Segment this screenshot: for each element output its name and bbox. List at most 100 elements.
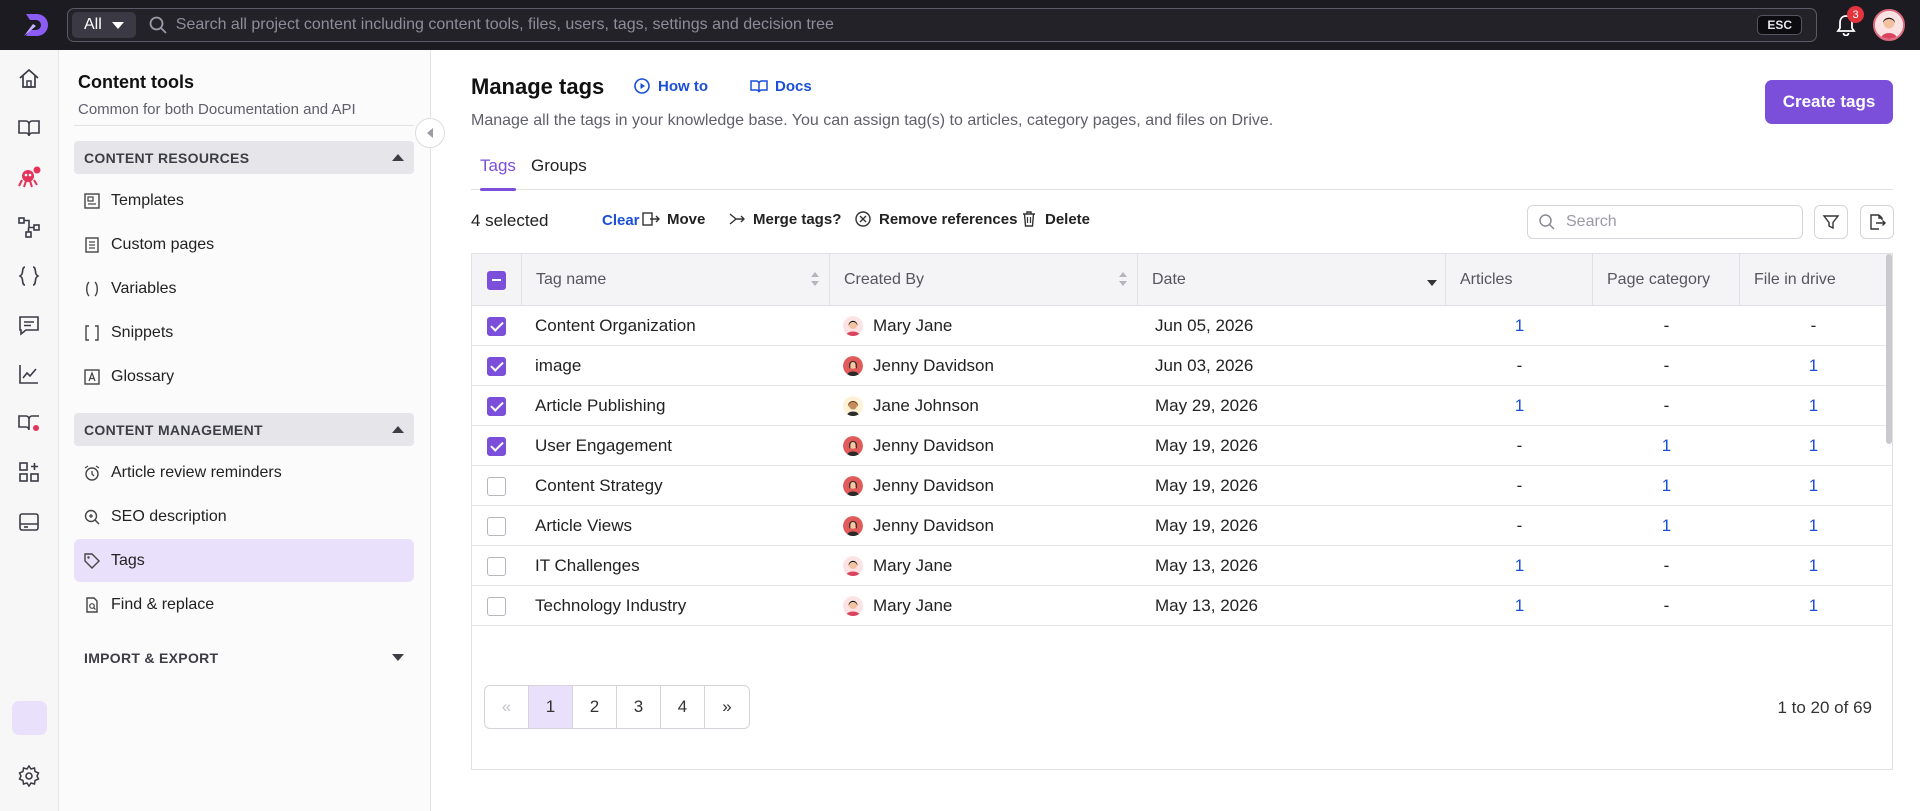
- nav-item-label: Variables: [111, 279, 177, 297]
- code-braces-icon[interactable]: [15, 262, 43, 290]
- table-row[interactable]: Article Views Jenny Davidson May 19, 2026 -…: [472, 506, 1892, 546]
- row-checkbox[interactable]: [487, 556, 506, 576]
- column-header-file-in-drive[interactable]: File in drive: [1740, 254, 1892, 306]
- search-scope-dropdown[interactable]: All: [72, 12, 136, 38]
- date-cell-wrap: May 19, 2026: [1155, 426, 1463, 466]
- table-row[interactable]: Article Publishing Jane Johnson May 29, 20…: [472, 386, 1892, 426]
- table-scrollbar[interactable]: [1886, 254, 1892, 444]
- remove-references-button[interactable]: Remove references: [854, 210, 1017, 228]
- column-header-page-category[interactable]: Page category: [1593, 254, 1740, 306]
- file-in-drive-count-cell[interactable]: 1: [1740, 466, 1887, 506]
- page-category-count-cell[interactable]: 1: [1593, 466, 1740, 506]
- articles-count-cell[interactable]: 1: [1446, 306, 1593, 346]
- table-row[interactable]: Content Organization Mary Jane Jun 05, 202…: [472, 306, 1892, 346]
- app-logo-icon[interactable]: [20, 10, 50, 40]
- nav-item-tags[interactable]: Tags: [74, 539, 414, 582]
- last-page-button[interactable]: »: [705, 686, 749, 728]
- column-header-tag-name[interactable]: Tag name: [522, 254, 830, 306]
- analytics-icon[interactable]: [15, 360, 43, 388]
- page-4-button[interactable]: 4: [661, 686, 705, 728]
- creator-avatar: [843, 396, 863, 416]
- page-2-button[interactable]: 2: [573, 686, 617, 728]
- nav-item-seo-description[interactable]: SEO description: [74, 495, 414, 538]
- section-content-management[interactable]: CONTENT MANAGEMENT: [74, 413, 414, 446]
- first-page-button[interactable]: «: [485, 686, 529, 728]
- file-in-drive-count-cell[interactable]: 1: [1740, 386, 1887, 426]
- page-category-count-cell: -: [1663, 556, 1670, 575]
- tag-name-cell[interactable]: IT Challenges: [535, 546, 640, 586]
- file-in-drive-count-cell[interactable]: 1: [1740, 426, 1887, 466]
- bot-icon[interactable]: [15, 164, 43, 192]
- page-category-count-cell[interactable]: 1: [1593, 426, 1740, 466]
- page-1-button[interactable]: 1: [529, 686, 573, 728]
- global-search[interactable]: All Search all project content including…: [67, 8, 1817, 42]
- global-search-input[interactable]: Search all project content including con…: [176, 16, 1758, 34]
- tag-name-cell[interactable]: Content Organization: [535, 306, 696, 346]
- settings-icon[interactable]: [15, 762, 43, 790]
- export-button[interactable]: [1860, 205, 1894, 239]
- tag-name-cell[interactable]: image: [535, 346, 581, 386]
- nav-item-custom-pages[interactable]: Custom pages: [74, 223, 414, 266]
- create-tags-button[interactable]: Create tags: [1765, 80, 1893, 124]
- move-button[interactable]: Move: [642, 210, 705, 228]
- page-3-button[interactable]: 3: [617, 686, 661, 728]
- tag-name-cell[interactable]: Content Strategy: [535, 466, 663, 506]
- clear-selection-link[interactable]: Clear: [602, 212, 640, 229]
- table-row[interactable]: User Engagement Jenny Davidson May 19, 202…: [472, 426, 1892, 466]
- nav-item-glossary[interactable]: Glossary: [74, 355, 414, 398]
- page-category-count-cell[interactable]: 1: [1593, 506, 1740, 546]
- collapse-panel-button[interactable]: [415, 118, 445, 148]
- section-content-resources[interactable]: CONTENT RESOURCES: [74, 141, 414, 174]
- apps-icon[interactable]: [15, 458, 43, 486]
- nav-item-find-replace[interactable]: Find & replace: [74, 583, 414, 626]
- tab-tags[interactable]: Tags: [480, 154, 516, 191]
- table-row[interactable]: Content Strategy Jenny Davidson May 19, 20…: [472, 466, 1892, 506]
- tag-name-cell[interactable]: Article Views: [535, 506, 632, 546]
- book-icon[interactable]: [15, 114, 43, 142]
- articles-count-cell[interactable]: 1: [1446, 586, 1593, 626]
- tag-name-cell[interactable]: Technology Industry: [535, 586, 686, 626]
- row-checkbox[interactable]: [487, 516, 506, 536]
- column-header-articles[interactable]: Articles: [1446, 254, 1593, 306]
- chat-icon[interactable]: [15, 311, 43, 339]
- row-checkbox[interactable]: [487, 356, 506, 376]
- row-checkbox[interactable]: [487, 476, 506, 496]
- nav-item-snippets[interactable]: Snippets: [74, 311, 414, 354]
- date-cell-wrap: May 13, 2026: [1155, 546, 1463, 586]
- home-icon[interactable]: [15, 65, 43, 93]
- merge-tags-button[interactable]: Merge tags?: [728, 210, 841, 228]
- file-in-drive-count-cell[interactable]: 1: [1740, 546, 1887, 586]
- nav-item-templates[interactable]: Templates: [74, 179, 414, 222]
- nav-item-article-review-reminders[interactable]: Article review reminders: [74, 451, 414, 494]
- row-checkbox[interactable]: [487, 436, 506, 456]
- file-in-drive-count-cell[interactable]: 1: [1740, 586, 1887, 626]
- column-header-created-by[interactable]: Created By: [830, 254, 1138, 306]
- how-to-link[interactable]: How to: [633, 77, 708, 95]
- user-avatar[interactable]: [1873, 9, 1905, 41]
- table-row[interactable]: Technology Industry Mary Jane May 13, 2026…: [472, 586, 1892, 626]
- workflow-icon[interactable]: [15, 213, 43, 241]
- knowledge-base-icon[interactable]: [15, 409, 43, 437]
- delete-button[interactable]: Delete: [1020, 210, 1090, 228]
- table-row[interactable]: image Jenny Davidson Jun 03, 2026 - - 1: [472, 346, 1892, 386]
- date-cell-wrap: May 29, 2026: [1155, 386, 1463, 426]
- section-import-export[interactable]: IMPORT & EXPORT: [74, 641, 414, 674]
- nav-item-variables[interactable]: Variables: [74, 267, 414, 310]
- articles-count-cell[interactable]: 1: [1446, 386, 1593, 426]
- row-checkbox[interactable]: [487, 396, 506, 416]
- file-in-drive-count-cell[interactable]: 1: [1740, 346, 1887, 386]
- table-row[interactable]: IT Challenges Mary Jane May 13, 2026 1 - 1: [472, 546, 1892, 586]
- tag-name-cell[interactable]: User Engagement: [535, 426, 672, 466]
- column-header-date[interactable]: Date: [1138, 254, 1446, 306]
- select-all-checkbox[interactable]: [487, 270, 506, 290]
- tag-search-input[interactable]: Search: [1527, 205, 1803, 239]
- tag-name-cell[interactable]: Article Publishing: [535, 386, 665, 426]
- drive-icon[interactable]: [15, 508, 43, 536]
- filter-button[interactable]: [1814, 205, 1848, 239]
- file-in-drive-count-cell[interactable]: 1: [1740, 506, 1887, 546]
- articles-count-cell[interactable]: 1: [1446, 546, 1593, 586]
- row-checkbox[interactable]: [487, 316, 506, 336]
- tab-groups[interactable]: Groups: [531, 154, 587, 190]
- docs-link[interactable]: Docs: [750, 77, 812, 95]
- row-checkbox[interactable]: [487, 596, 506, 616]
